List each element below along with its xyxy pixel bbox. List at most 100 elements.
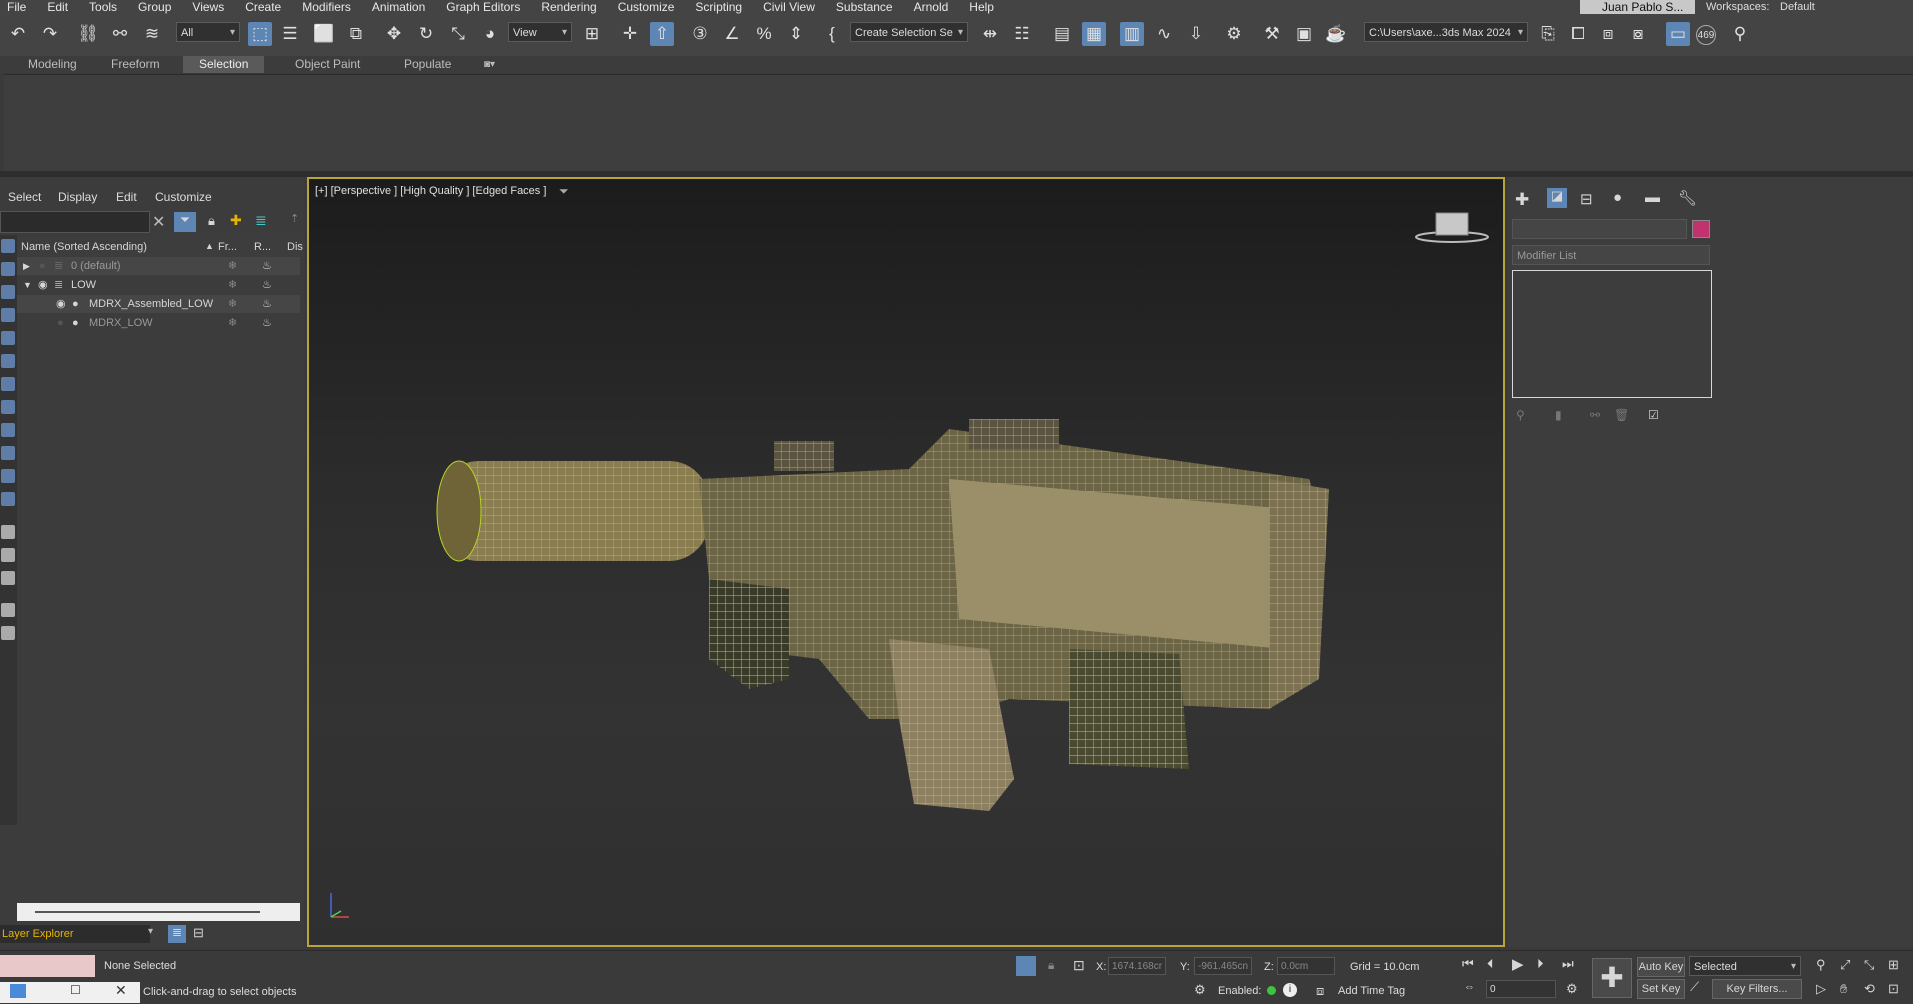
schematic-view-icon[interactable]: ⇩ (1184, 22, 1208, 46)
material-editor-icon[interactable]: ⚙ (1222, 22, 1246, 46)
next-frame-icon[interactable]: ⏵ (1537, 956, 1544, 972)
redo-icon[interactable]: ↷ (38, 22, 62, 46)
zoom-extents-all-icon[interactable]: ⊞ (1888, 957, 1899, 973)
add-layer-icon[interactable]: ✚ (230, 212, 242, 229)
ribbon-options-icon[interactable]: ◙▾ (484, 56, 495, 73)
default-in-out-tangents-icon[interactable]: ⟋ (1690, 979, 1699, 995)
sort-icon[interactable] (1, 626, 15, 640)
set-key-button[interactable]: Set Key (1637, 979, 1685, 999)
play-icon[interactable]: ▶ (1512, 955, 1524, 973)
pan-view-icon[interactable]: ✋︎ (1840, 981, 1847, 997)
menu-substance[interactable]: Substance (829, 0, 907, 14)
display-spacewarps-icon[interactable] (1, 377, 15, 391)
zoom-icon[interactable]: ⚲ (1816, 957, 1826, 973)
show-end-result-icon[interactable]: ▮ (1555, 408, 1562, 422)
visibility-eye-icon[interactable]: ● (57, 314, 64, 332)
scrollbar-thumb[interactable] (35, 911, 260, 913)
freeze-icon[interactable]: ❄ (228, 295, 237, 313)
column-name[interactable]: Name (Sorted Ascending) (21, 241, 147, 253)
align-icon[interactable]: ☷ (1010, 22, 1034, 46)
display-tab-icon[interactable]: ▬ (1645, 189, 1660, 206)
visibility-eye-icon[interactable]: ● (39, 257, 46, 275)
expand-icon[interactable]: ▶ (23, 257, 30, 275)
tab-modeling[interactable]: Modeling (28, 56, 77, 73)
toggle-ribbon-icon[interactable]: ▥ (1120, 22, 1144, 46)
project-icon[interactable]: ⧠ (1566, 22, 1590, 46)
menu-graph-editors[interactable]: Graph Editors (439, 0, 534, 14)
make-unique-icon[interactable]: ⚯ (1590, 408, 1600, 422)
menu-rendering[interactable]: Rendering (534, 0, 610, 14)
key-filter-selection-dropdown[interactable]: Selected (1689, 956, 1801, 977)
close-icon[interactable]: ✕ (115, 982, 127, 999)
save-icon[interactable]: ▭ (1666, 22, 1690, 46)
set-key-icon[interactable]: ✚ (1592, 958, 1632, 998)
zoom-extents-icon[interactable]: ⤡ (1864, 957, 1874, 973)
render-teapot-icon[interactable]: ♨ (262, 314, 272, 332)
update-count-badge[interactable]: 469 (1696, 25, 1716, 45)
curve-editor-icon[interactable]: ∿ (1152, 22, 1176, 46)
project-folder-dropdown[interactable]: C:\Users\axe...3ds Max 2024 (1364, 22, 1528, 43)
display-shapes-icon[interactable] (1, 285, 15, 299)
menu-civil-view[interactable]: Civil View (756, 0, 829, 14)
menu-edit[interactable]: Edit (40, 0, 82, 14)
maximize-viewport-icon[interactable]: ⊡ (1888, 981, 1899, 997)
modifier-list-dropdown[interactable]: Modifier List (1512, 245, 1710, 265)
isolate-selection-icon[interactable] (1016, 956, 1036, 976)
time-configuration-icon[interactable]: ⚙ (1566, 981, 1578, 997)
unlink-icon[interactable]: ⚯ (108, 22, 132, 46)
select-manipulate-icon[interactable]: ✛ (618, 22, 642, 46)
horizontal-scrollbar[interactable] (17, 903, 300, 921)
tab-populate[interactable]: Populate (404, 56, 451, 73)
display-all-icon[interactable] (1, 525, 15, 539)
key-mode-toggle-icon[interactable]: ⇔ (1464, 981, 1475, 993)
list-item[interactable]: ◉ ● MDRX_Assembled_LOW ❄ ♨ (17, 295, 300, 313)
spinner-snap-icon[interactable]: ⇕ (784, 22, 808, 46)
configure-modifier-sets-icon[interactable]: ☑ (1648, 408, 1659, 422)
menu-modifiers[interactable]: Modifiers (295, 0, 365, 14)
window-crossing-icon[interactable]: ⧉ (344, 22, 368, 46)
explorer-menu-edit[interactable]: Edit (116, 190, 137, 204)
z-coordinate-field[interactable]: 0.0cm (1277, 957, 1335, 975)
add-time-tag[interactable]: Add Time Tag (1338, 985, 1405, 997)
column-frozen[interactable]: Fr... (218, 241, 237, 253)
render-teapot-icon[interactable]: ♨ (262, 276, 272, 294)
hierarchy-tab-icon[interactable]: ⊟ (1580, 190, 1593, 208)
field-of-view-icon[interactable]: ▷ (1816, 981, 1826, 997)
keyboard-shortcut-override-icon[interactable]: ⇧ (650, 22, 674, 46)
menu-animation[interactable]: Animation (365, 0, 439, 14)
percent-snap-icon[interactable]: % (752, 22, 776, 46)
freeze-icon[interactable]: ❄ (228, 257, 237, 275)
scale-icon[interactable]: ⤡ (446, 22, 470, 46)
pin-icon[interactable]: ⇡ (290, 212, 299, 225)
go-to-start-icon[interactable]: ⏮ (1462, 956, 1474, 972)
toggle-scene-explorer-icon[interactable]: ▤ (1050, 22, 1074, 46)
chevron-down-icon[interactable]: ▾ (148, 926, 153, 937)
collapse-icon[interactable]: ▼ (23, 276, 32, 294)
invert-display-icon[interactable] (1, 571, 15, 585)
column-display[interactable]: Dis (287, 241, 303, 253)
explorer-search-input[interactable] (0, 211, 150, 233)
info-icon[interactable]: i (1283, 983, 1297, 997)
menu-scripting[interactable]: Scripting (688, 0, 756, 14)
render-setup-icon[interactable]: ⚒ (1260, 22, 1284, 46)
x-coordinate-field[interactable]: 1674.168cr (1108, 957, 1166, 975)
explorer-menu-display[interactable]: Display (58, 190, 97, 204)
tab-selection[interactable]: Selection (183, 56, 265, 73)
orbit-icon[interactable]: ⟲ (1864, 981, 1875, 997)
modify-tab-icon[interactable]: ◪ (1547, 188, 1567, 208)
previous-frame-icon[interactable]: ⏴ (1487, 956, 1494, 972)
snaps-toggle-icon[interactable]: ③ (688, 22, 712, 46)
clear-search-icon[interactable]: ✕ (152, 212, 165, 232)
selection-lock-icon[interactable]: 🔒︎ (1048, 958, 1054, 973)
column-render[interactable]: R... (254, 241, 271, 253)
reference-coord-dropdown[interactable]: View (508, 22, 572, 43)
bind-space-warp-icon[interactable]: ≋ (140, 22, 164, 46)
angle-snap-icon[interactable]: ∠ (720, 22, 744, 46)
rifle-model[interactable] (309, 179, 1503, 945)
display-cameras-icon[interactable] (1, 331, 15, 345)
undo-icon[interactable]: ↶ (6, 22, 30, 46)
list-item[interactable]: ● ● MDRX_LOW ❄ ♨ (17, 314, 300, 332)
edit-named-selection-icon[interactable]: { (820, 22, 844, 46)
object-color-swatch[interactable] (1692, 220, 1710, 238)
rectangle-selection-icon[interactable]: ⬜ (312, 22, 336, 46)
